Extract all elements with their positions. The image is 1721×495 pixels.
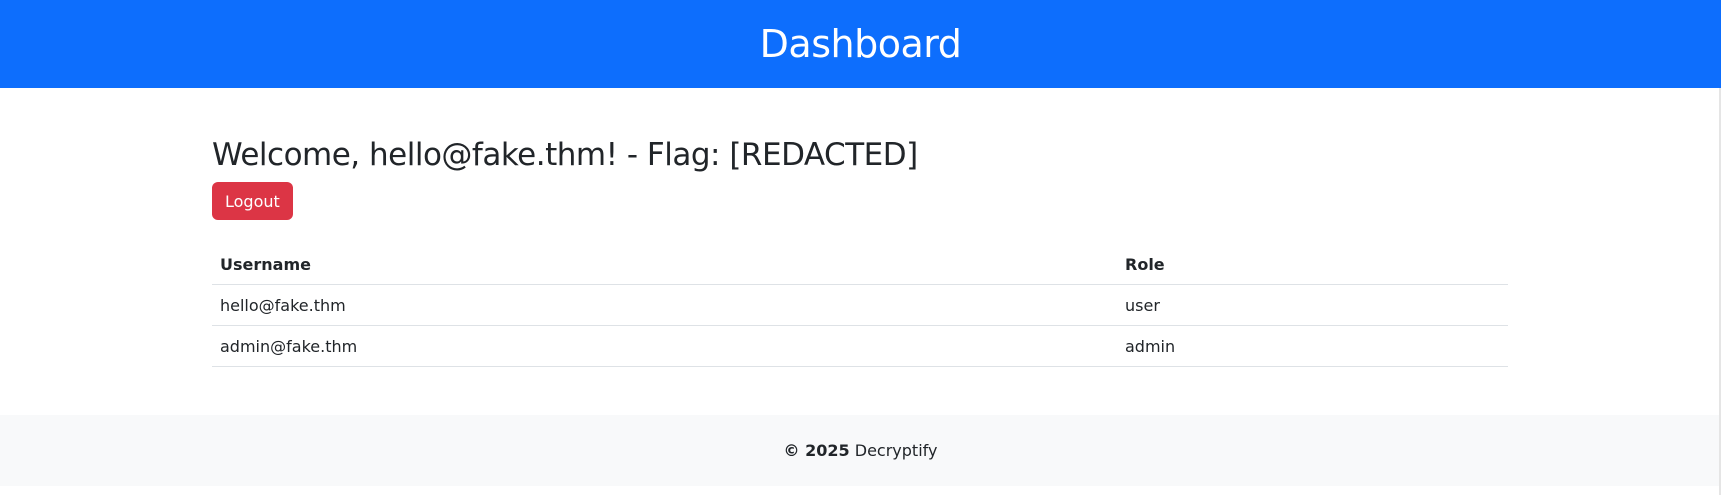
top-navbar: Dashboard <box>0 0 1721 88</box>
table-header-row: Username Role <box>212 244 1508 285</box>
logout-button[interactable]: Logout <box>212 182 293 220</box>
footer-brand: Decryptify <box>854 441 938 460</box>
username-cell: admin@fake.thm <box>212 325 1117 367</box>
table-row: hello@fake.thm user <box>212 284 1508 326</box>
users-table: Username Role hello@fake.thm user admin@… <box>212 244 1508 367</box>
column-header-username: Username <box>212 244 1117 285</box>
table-row: admin@fake.thm admin <box>212 325 1508 367</box>
welcome-heading: Welcome, hello@fake.thm! - Flag: [REDACT… <box>212 137 918 173</box>
footer-text: © 2025 Decryptify <box>784 441 938 460</box>
main-container: Welcome, hello@fake.thm! - Flag: [REDACT… <box>212 134 1508 367</box>
copyright-symbol: © <box>783 441 800 460</box>
column-header-role: Role <box>1117 244 1508 285</box>
role-cell: user <box>1117 284 1508 326</box>
page-title: Dashboard <box>759 22 962 66</box>
copyright-year: 2025 <box>805 441 850 460</box>
footer: © 2025 Decryptify <box>0 415 1721 486</box>
role-cell: admin <box>1117 325 1508 367</box>
username-cell: hello@fake.thm <box>212 284 1117 326</box>
